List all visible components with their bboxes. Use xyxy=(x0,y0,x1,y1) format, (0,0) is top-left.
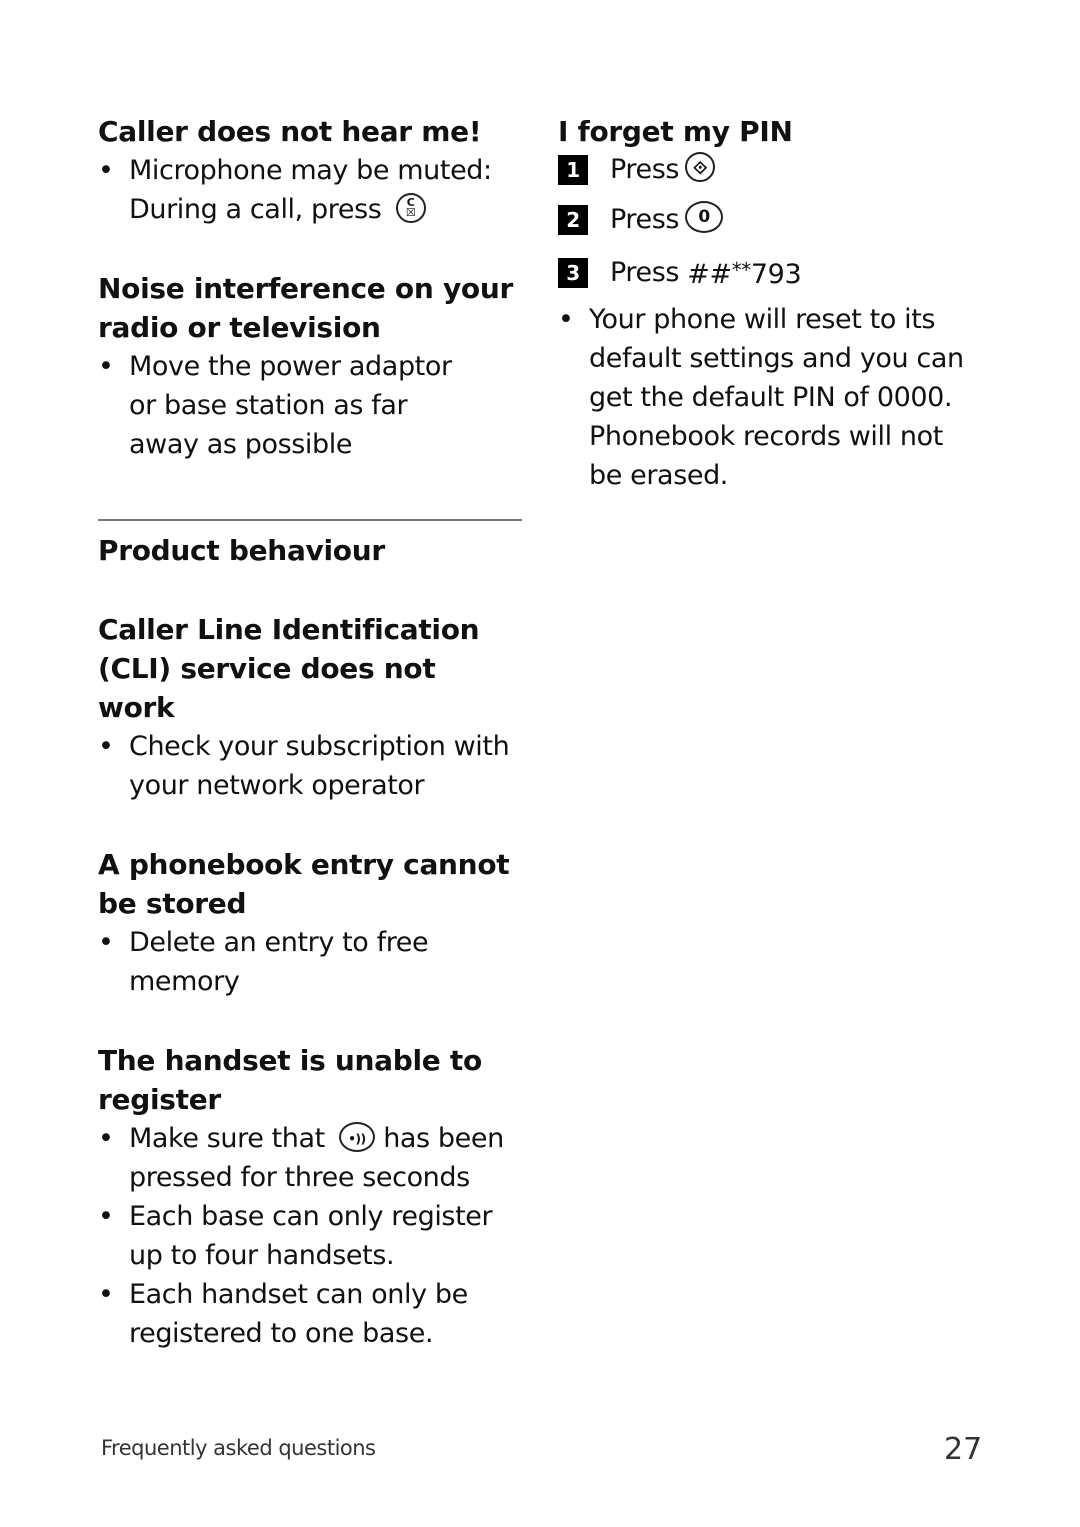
menu-ok-key-icon: ⟐ xyxy=(685,152,716,182)
bullet: • xyxy=(558,304,574,335)
step-2: 2 Press 0 xyxy=(558,195,998,245)
heading-phonebook: A phonebook entry cannot be stored xyxy=(98,848,510,920)
section-noise: Noise interference on your radio or tele… xyxy=(98,269,528,464)
step-number: 1 xyxy=(558,155,588,185)
mute-key-icon: C ☒ xyxy=(395,192,426,223)
reset-code: ##**793 xyxy=(687,258,802,290)
paging-key-icon: •)) xyxy=(339,1121,376,1152)
bullet: • xyxy=(98,1123,114,1154)
bullet: • xyxy=(98,927,114,958)
step-number: 3 xyxy=(558,257,588,288)
page-number: 27 xyxy=(944,1432,983,1467)
bullet: • xyxy=(98,1201,114,1232)
step-3: 3 Press ##**793 xyxy=(558,245,998,300)
left-column: Caller does not hear me! • Microphone ma… xyxy=(98,112,528,1353)
section-cli: Caller Line Identification (CLI) service… xyxy=(98,610,528,805)
heading-noise: Noise interference on your radio or tele… xyxy=(98,272,513,344)
bullet: • xyxy=(98,351,114,382)
heading-caller-not-hear: Caller does not hear me! xyxy=(98,115,482,148)
heading-register: The handset is unable to register xyxy=(98,1044,482,1116)
list-item: • Each handset can only be registered to… xyxy=(98,1275,489,1353)
footer-section-title: Frequently asked questions xyxy=(101,1436,376,1460)
step-1: 1 Press ⟐ xyxy=(558,145,998,195)
list-item: • Move the power adaptor or base station… xyxy=(98,347,469,464)
section-phonebook: A phonebook entry cannot be stored • Del… xyxy=(98,845,528,1001)
step-number: 2 xyxy=(558,205,588,235)
list-item: • Check your subscription with your netw… xyxy=(98,727,529,805)
section-caller-not-hear: Caller does not hear me! • Microphone ma… xyxy=(98,112,528,229)
bullet: • xyxy=(98,155,114,186)
section-register: The handset is unable to register • Make… xyxy=(98,1041,528,1353)
bullet: • xyxy=(98,1279,114,1310)
zero-key-icon: 0 xyxy=(685,201,724,233)
list-item: • Make sure that •)) has been pressed fo… xyxy=(98,1119,529,1197)
heading-product-behaviour: Product behaviour xyxy=(98,534,385,567)
list-item: • Microphone may be muted: During a call… xyxy=(98,151,528,229)
list-item: • Each base can only register up to four… xyxy=(98,1197,509,1275)
heading-cli: Caller Line Identification (CLI) service… xyxy=(98,613,480,724)
bullet: • xyxy=(98,731,114,762)
list-item: • Delete an entry to free memory xyxy=(98,923,469,1001)
right-column: I forget my PIN 1 Press ⟐ 2 Press 0 3 Pr… xyxy=(558,112,998,495)
list-item: • Your phone will reset to its default s… xyxy=(558,300,969,495)
